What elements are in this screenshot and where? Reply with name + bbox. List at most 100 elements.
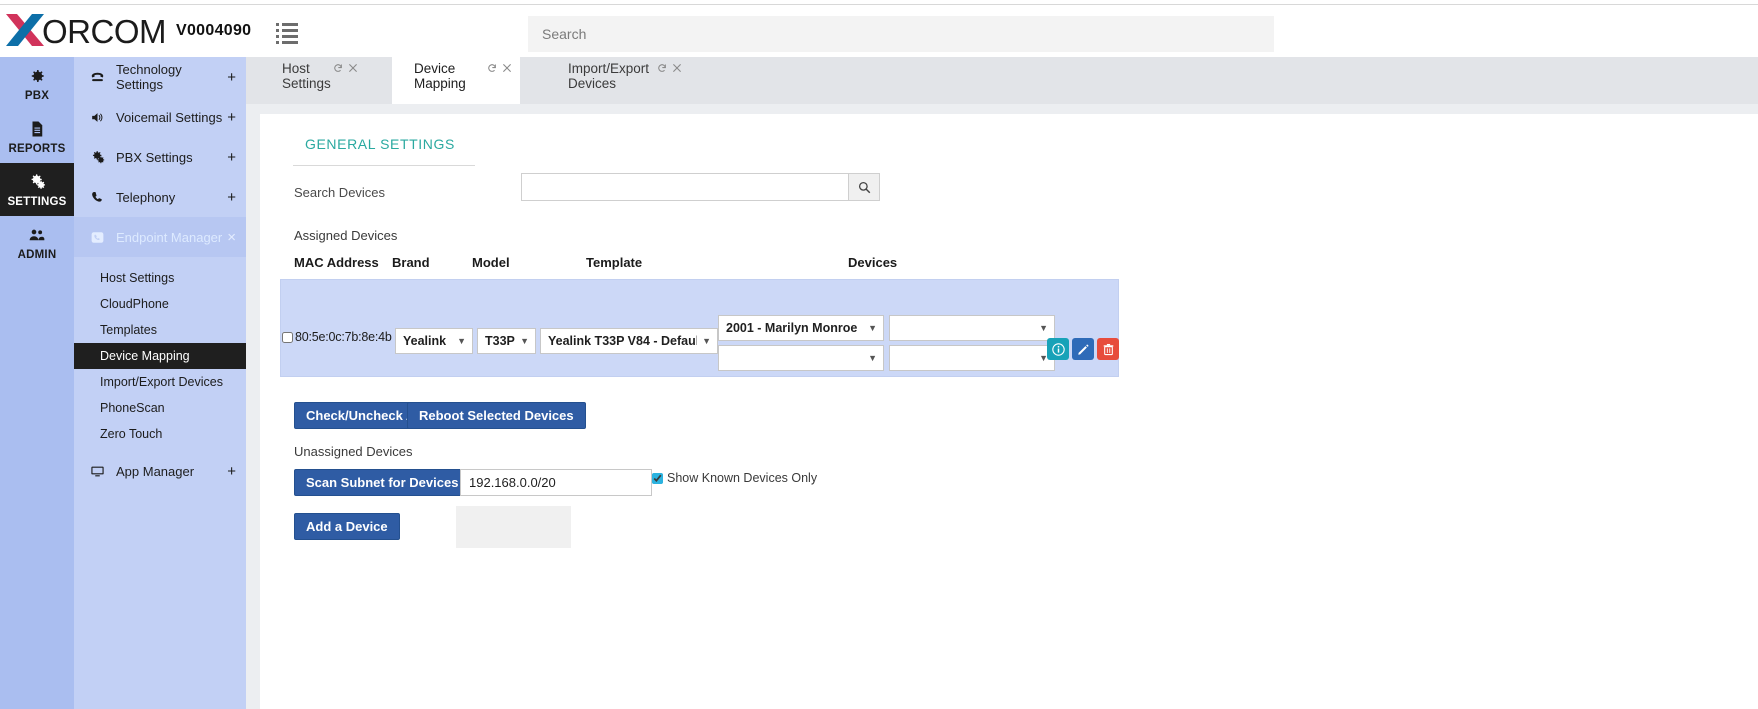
show-known-devices-label: Show Known Devices Only <box>667 471 818 485</box>
refresh-icon[interactable] <box>333 63 343 76</box>
template-select[interactable]: Yealink T33P V84 - Default <box>540 328 718 354</box>
handset-icon <box>90 190 116 205</box>
expand-icon[interactable]: + <box>227 149 236 166</box>
rail-item-label: ADMIN <box>17 248 57 261</box>
close-icon[interactable]: × <box>227 229 236 246</box>
expand-icon[interactable]: + <box>227 109 236 126</box>
brand-select[interactable]: Yealink <box>395 328 473 354</box>
assigned-devices-label: Assigned Devices <box>294 228 398 243</box>
model-select[interactable]: T33P <box>477 328 536 354</box>
sidebar-item-label: Zero Touch <box>100 427 163 441</box>
refresh-icon[interactable] <box>657 63 667 76</box>
extra1-select-wrap: ▼ <box>889 315 1055 341</box>
row-checkbox[interactable] <box>282 331 293 343</box>
sidebar-item-templates[interactable]: Templates <box>74 317 246 343</box>
sidebar-group-voicemail-settings[interactable]: Voicemail Settings + <box>74 97 246 137</box>
volume-icon <box>90 110 116 125</box>
row-actions <box>1047 338 1119 360</box>
expand-icon[interactable]: + <box>227 69 236 86</box>
device-1-select[interactable]: 2001 - Marilyn Monroe <box>718 315 884 341</box>
brand-logo[interactable]: ORCOM V0004090 <box>4 10 251 52</box>
primary-nav-rail: PBX REPORTS SETTINGS ADMIN <box>0 57 74 709</box>
sidebar-group-label: Technology Settings <box>116 62 182 92</box>
reboot-selected-devices-button[interactable]: Reboot Selected Devices <box>407 402 586 429</box>
sidebar-item-host-settings[interactable]: Host Settings <box>74 265 246 291</box>
info-button[interactable] <box>1047 338 1069 360</box>
expand-icon[interactable]: + <box>227 463 236 480</box>
tab-controls <box>657 63 682 76</box>
column-header-mac-address: MAC Address <box>294 255 379 270</box>
search-devices-input[interactable] <box>521 173 849 201</box>
rail-item-label: PBX <box>24 89 50 102</box>
sidebar-group-label: App Manager <box>116 463 195 479</box>
app-header: ORCOM V0004090 <box>0 5 1758 57</box>
refresh-icon[interactable] <box>487 63 497 76</box>
show-known-devices-checkbox[interactable] <box>652 472 663 484</box>
sidebar-group-telephony[interactable]: Telephony + <box>74 177 246 217</box>
sidebar-item-label: Templates <box>100 323 157 337</box>
page-title: GENERAL SETTINGS <box>305 136 455 152</box>
sidebar-group-technology-settings[interactable]: Technology Settings + <box>74 57 246 97</box>
mac-address-cell: 80:5e:0c:7b:8e:4b <box>295 330 392 344</box>
show-known-devices-group[interactable]: Show Known Devices Only <box>652 471 817 485</box>
rail-item-label: SETTINGS <box>7 195 67 208</box>
close-icon[interactable] <box>672 63 682 76</box>
close-icon[interactable] <box>348 63 358 76</box>
search-icon[interactable] <box>849 173 880 201</box>
device-2-select[interactable] <box>718 345 884 371</box>
expand-icon[interactable]: + <box>227 189 236 206</box>
rail-item-label: REPORTS <box>8 142 66 155</box>
extra-2-select[interactable] <box>889 345 1055 371</box>
tab-label: Import/Export Devices <box>568 61 650 91</box>
assigned-devices-table: 80:5e:0c:7b:8e:4b Yealink ▼ T33P ▼ Yeali… <box>280 279 1119 377</box>
sidebar-footer-group-wrap: App Manager + <box>74 447 246 491</box>
column-header-template: Template <box>586 255 643 270</box>
add-device-button[interactable]: Add a Device <box>294 513 400 540</box>
sidebar-item-label: Device Mapping <box>100 349 190 363</box>
close-icon[interactable] <box>502 63 512 76</box>
edit-button[interactable] <box>1072 338 1094 360</box>
tab-controls <box>487 63 512 76</box>
main-content: GENERAL SETTINGS Search Devices Assigned… <box>246 104 1758 709</box>
sidebar-group-app-manager[interactable]: App Manager + <box>74 451 246 491</box>
sidebar-group-endpoint-manager[interactable]: Endpoint Manager × <box>74 217 246 257</box>
sidebar-item-device-mapping[interactable]: Device Mapping <box>74 343 246 369</box>
sidebar-submenu: Host Settings CloudPhone Templates Device M… <box>74 257 246 447</box>
table-row: 80:5e:0c:7b:8e:4b Yealink ▼ T33P ▼ Yeali… <box>281 280 1120 378</box>
row-select-group: 80:5e:0c:7b:8e:4b <box>282 330 392 344</box>
sidebar-item-label: Host Settings <box>100 271 175 285</box>
search-devices-group <box>521 173 880 201</box>
title-divider <box>293 165 475 166</box>
sidebar-group-label: Endpoint Manager <box>116 229 223 245</box>
tab-host-settings[interactable]: Host Settings <box>260 57 366 104</box>
tab-device-mapping[interactable]: Device Mapping <box>392 57 520 104</box>
sidebar-item-cloudphone[interactable]: CloudPhone <box>74 291 246 317</box>
scan-subnet-button[interactable]: Scan Subnet for Devices <box>294 469 471 496</box>
table-header-row: MAC Address Brand Model Template Devices <box>294 255 1124 275</box>
rail-item-settings[interactable]: SETTINGS <box>0 163 74 216</box>
extra-1-select[interactable] <box>889 315 1055 341</box>
phone-icon <box>90 70 116 85</box>
delete-button[interactable] <box>1097 338 1119 360</box>
device2-select-wrap: ▼ <box>718 345 884 371</box>
sidebar-item-zero-touch[interactable]: Zero Touch <box>74 421 246 447</box>
sidebar-item-label: CloudPhone <box>100 297 169 311</box>
subnet-input[interactable] <box>460 469 652 496</box>
list-menu-icon[interactable] <box>276 23 298 44</box>
sidebar-item-import-export-devices[interactable]: Import/Export Devices <box>74 369 246 395</box>
rail-item-pbx[interactable]: PBX <box>0 57 74 110</box>
global-search-input[interactable] <box>528 16 1274 52</box>
gear-icon <box>28 66 46 87</box>
tab-import-export-devices[interactable]: Import/Export Devices <box>546 57 690 104</box>
tab-controls <box>333 63 358 76</box>
logo-version: V0004090 <box>176 22 252 39</box>
settings-card: GENERAL SETTINGS Search Devices Assigned… <box>260 114 1758 709</box>
search-devices-label: Search Devices <box>294 185 386 200</box>
sidebar-item-phonescan[interactable]: PhoneScan <box>74 395 246 421</box>
rail-item-admin[interactable]: ADMIN <box>0 216 74 269</box>
rail-item-reports[interactable]: REPORTS <box>0 110 74 163</box>
gears-icon <box>28 172 46 193</box>
sidebar-group-pbx-settings[interactable]: PBX Settings + <box>74 137 246 177</box>
placeholder-panel <box>456 506 571 548</box>
column-header-devices: Devices <box>848 255 898 270</box>
